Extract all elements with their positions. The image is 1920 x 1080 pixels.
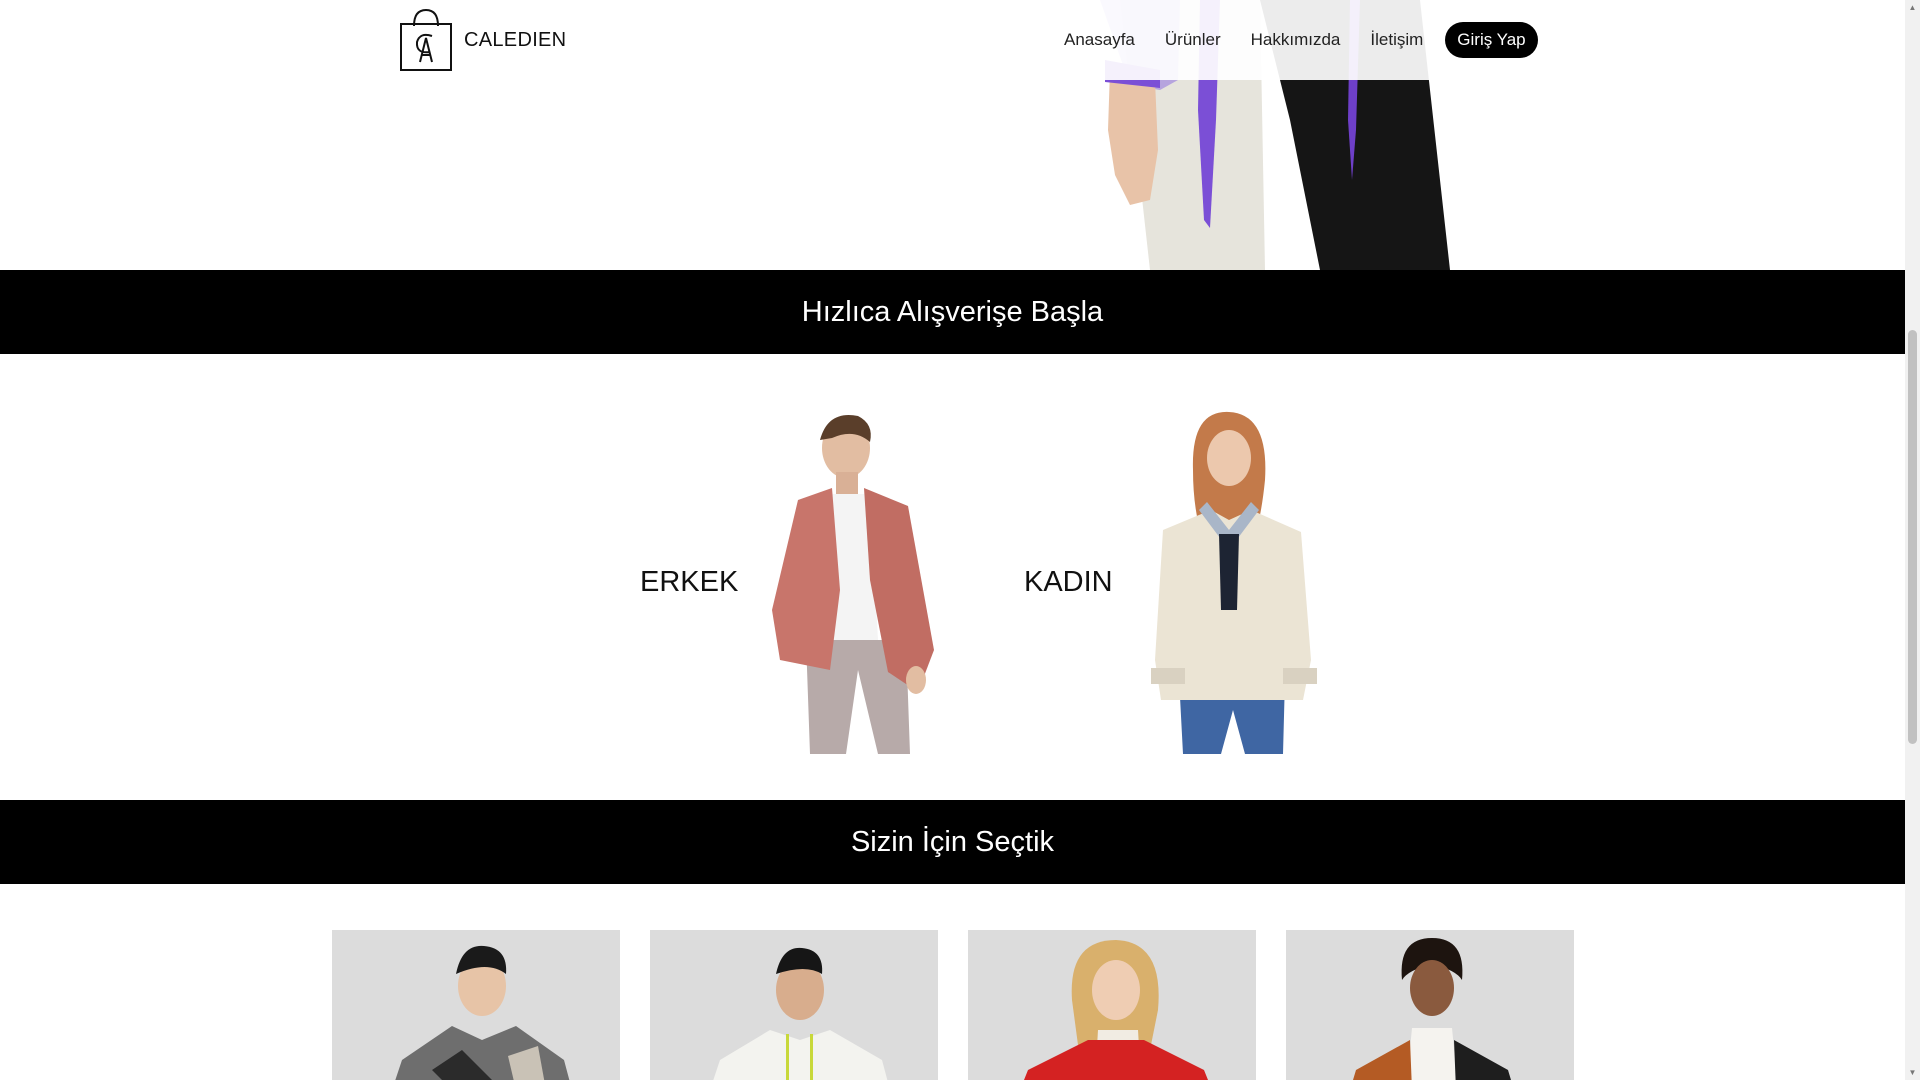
men-category-link[interactable]: ERKEK <box>640 410 958 754</box>
women-model-image <box>1150 411 1317 754</box>
product-image <box>1286 930 1574 1080</box>
main-nav: Anasayfa Ürünler Hakkımızda İletişim Gir… <box>1064 22 1538 58</box>
brand-logo[interactable]: CALEDIEN <box>398 8 566 72</box>
quick-shop-section: ERKEK KADIN <box>0 354 1905 800</box>
picks-grid <box>332 930 1574 1080</box>
nav-products[interactable]: Ürünler <box>1165 30 1221 50</box>
picks-banner: Sizin İçin Seçtik <box>0 800 1905 884</box>
page-scrollbar[interactable]: ▲ ▼ <box>1905 0 1920 1080</box>
shopping-bag-logo-icon <box>400 8 452 71</box>
women-category-link[interactable]: KADIN <box>1024 410 1333 754</box>
women-label: KADIN <box>1024 565 1113 598</box>
product-card[interactable] <box>968 930 1256 1080</box>
nav-about[interactable]: Hakkımızda <box>1251 30 1341 50</box>
product-image <box>332 930 620 1080</box>
login-button[interactable]: Giriş Yap <box>1445 22 1538 58</box>
quick-shop-banner: Hızlıca Alışverişe Başla <box>0 270 1905 354</box>
site-header: CALEDIEN Anasayfa Ürünler Hakkımızda İle… <box>0 0 1905 80</box>
chevron-up-icon[interactable]: ▲ <box>1905 0 1920 15</box>
scroll-thumb[interactable] <box>1908 330 1917 744</box>
picks-title: Sizin İçin Seçtik <box>850 825 1055 858</box>
nav-contact[interactable]: İletişim <box>1370 30 1423 50</box>
men-label: ERKEK <box>640 565 739 598</box>
product-card[interactable] <box>650 930 938 1080</box>
chevron-down-icon[interactable]: ▼ <box>1905 1065 1920 1080</box>
nav-home[interactable]: Anasayfa <box>1064 30 1135 50</box>
product-card[interactable] <box>1286 930 1574 1080</box>
page: CALEDIEN Anasayfa Ürünler Hakkımızda İle… <box>0 0 1905 1080</box>
product-image <box>650 930 938 1080</box>
brand-name: CALEDIEN <box>464 28 567 51</box>
men-model-image <box>772 415 935 754</box>
product-image <box>968 930 1256 1080</box>
quick-shop-title: Hızlıca Alışverişe Başla <box>801 295 1104 328</box>
product-card[interactable] <box>332 930 620 1080</box>
